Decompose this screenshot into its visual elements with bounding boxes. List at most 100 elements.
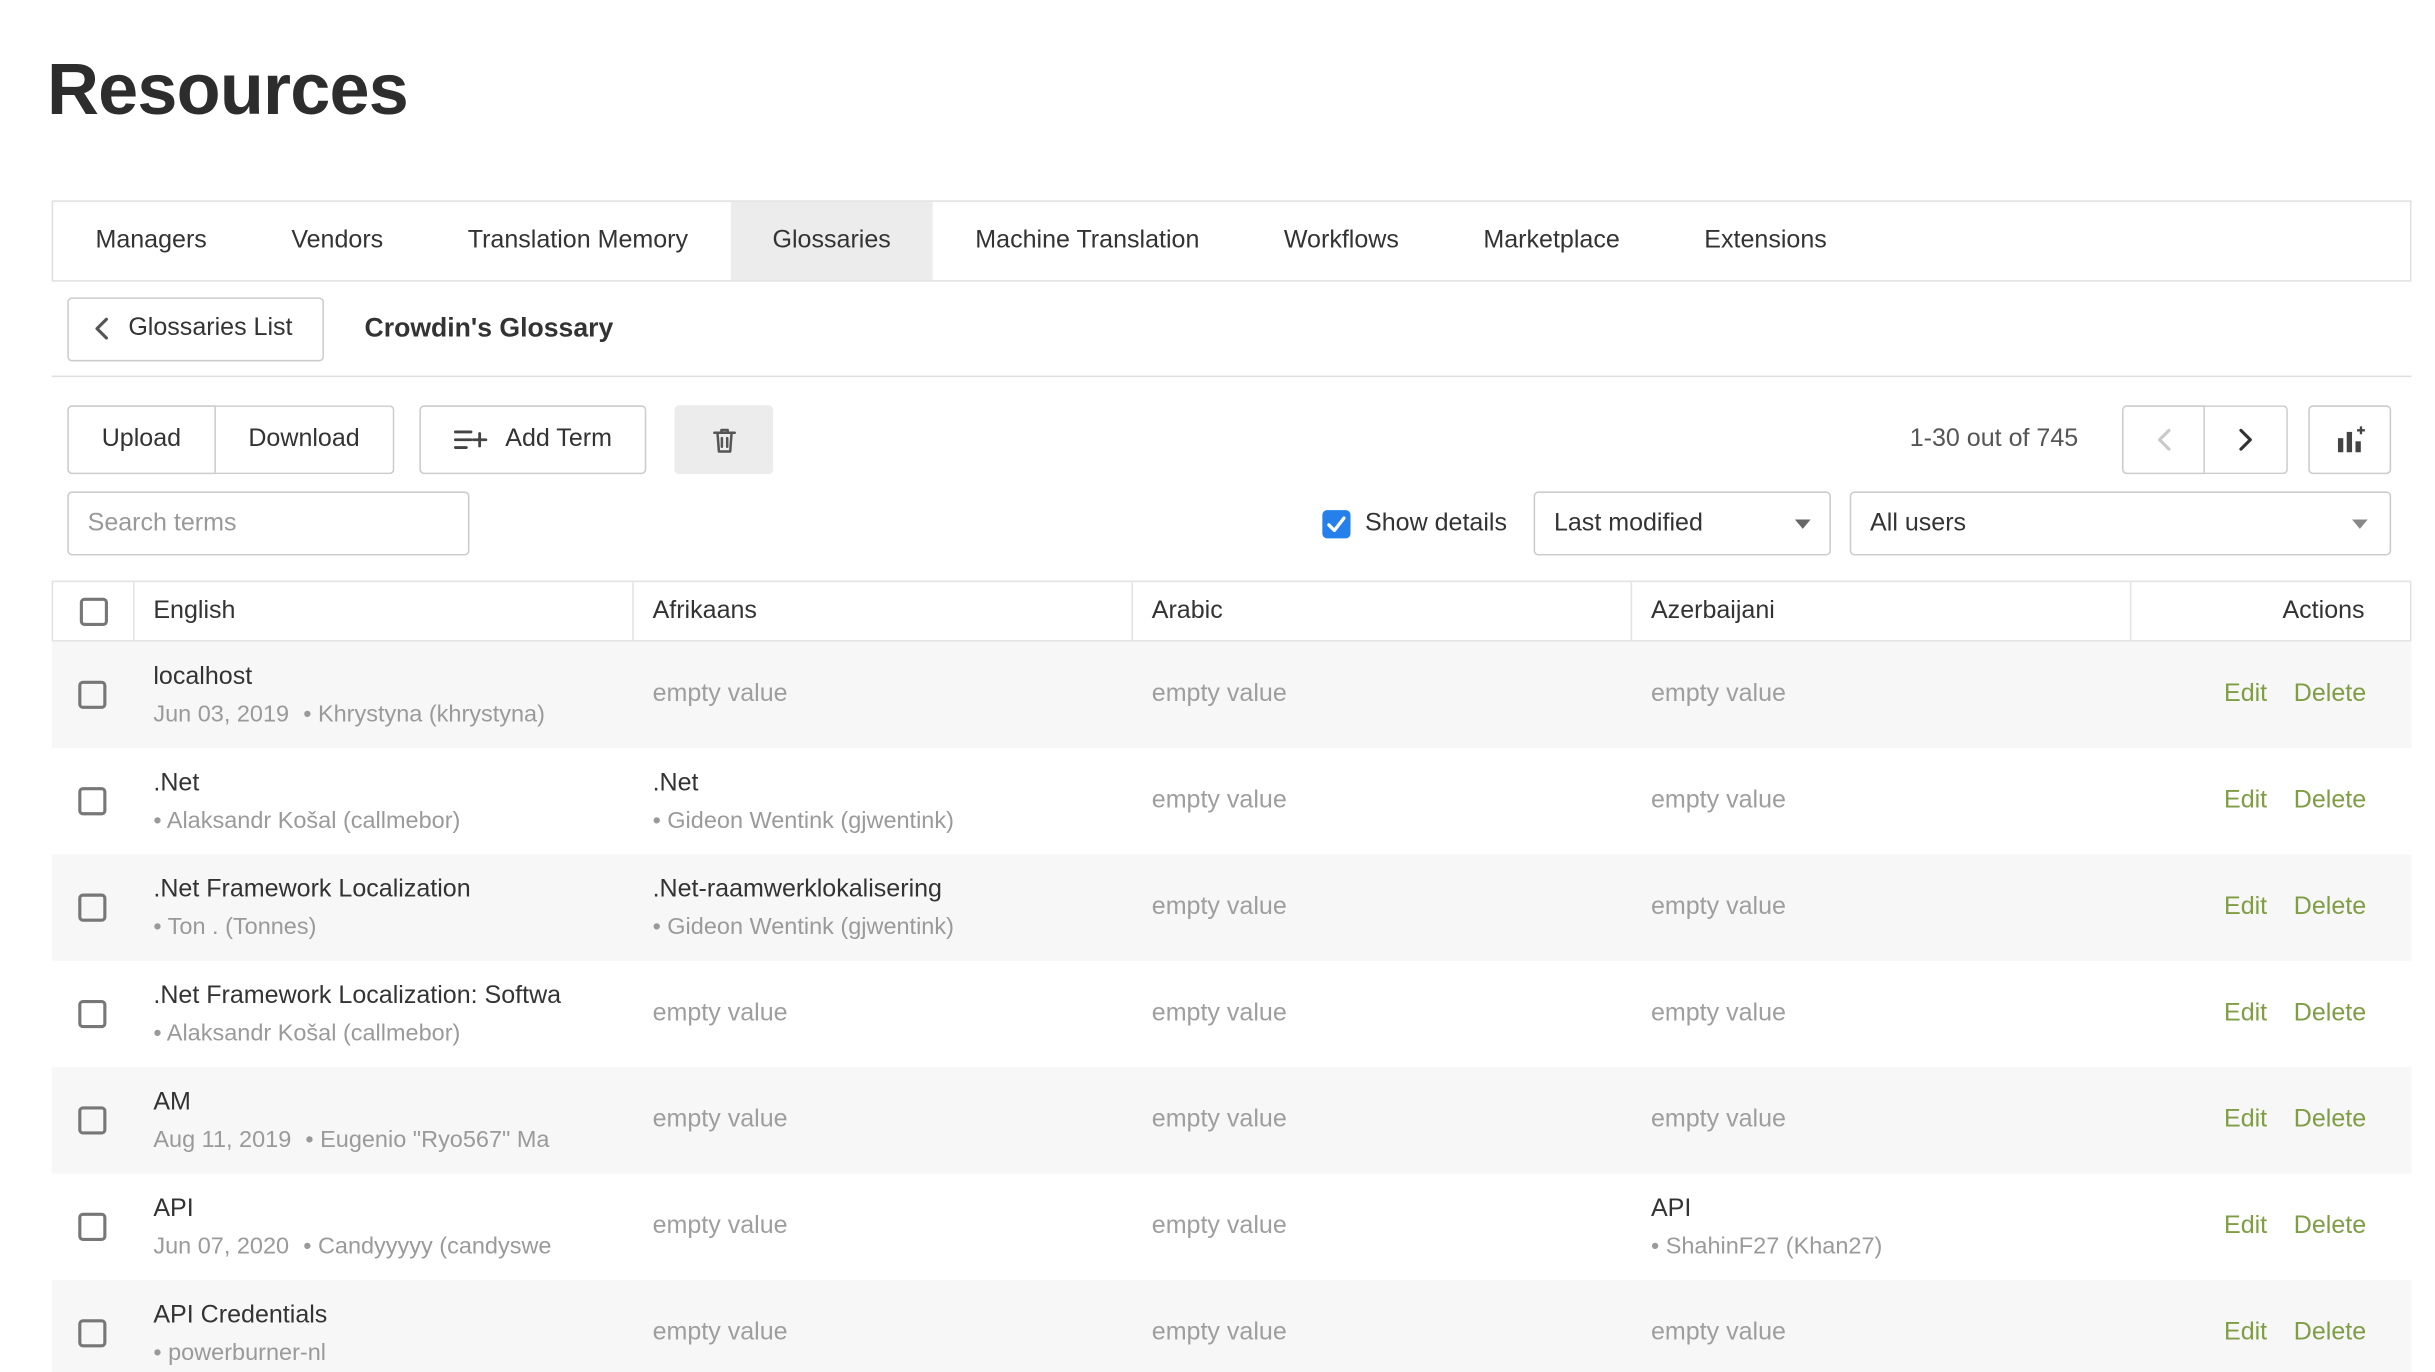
show-details-label[interactable]: Show details xyxy=(1365,510,1507,538)
tab-workflows[interactable]: Workflows xyxy=(1242,202,1442,280)
empty-value: empty value xyxy=(1651,894,2108,922)
tab-glossaries[interactable]: Glossaries xyxy=(730,202,933,280)
select-all-checkbox[interactable] xyxy=(79,597,107,625)
glossaries-list-back-button[interactable]: Glossaries List xyxy=(67,297,324,361)
row-checkbox-cell xyxy=(52,1068,133,1174)
tab-machine-translation[interactable]: Machine Translation xyxy=(933,202,1242,280)
delete-link[interactable]: Delete xyxy=(2294,1213,2366,1241)
upload-button[interactable]: Upload xyxy=(67,406,215,475)
delete-link[interactable]: Delete xyxy=(2294,1320,2366,1348)
cell-actions: Edit Delete xyxy=(2130,1280,2412,1372)
empty-value: empty value xyxy=(1651,1107,2108,1135)
sort-select-value: Last modified xyxy=(1554,510,1703,538)
glossary-table: English Afrikaans Arabic Azerbaijani Act… xyxy=(52,581,2412,1372)
search-input[interactable] xyxy=(67,492,469,556)
tab-extensions[interactable]: Extensions xyxy=(1662,202,1869,280)
row-checkbox[interactable] xyxy=(78,1107,106,1135)
sort-select[interactable]: Last modified xyxy=(1534,492,1831,556)
term-author: • ShahinF27 (Khan27) xyxy=(1651,1233,1882,1260)
cell-azerbaijani: API • ShahinF27 (Khan27) xyxy=(1631,1174,2130,1280)
empty-value: empty value xyxy=(1152,787,1609,815)
next-page-button[interactable] xyxy=(2205,406,2288,475)
term-author: • Gideon Wentink (gjwentink) xyxy=(653,808,954,835)
show-details-checkbox[interactable] xyxy=(1323,510,1351,538)
page: Resources Managers Vendors Translation M… xyxy=(0,0,2435,1372)
column-header-afrikaans: Afrikaans xyxy=(634,582,1133,640)
table-header: English Afrikaans Arabic Azerbaijani Act… xyxy=(52,581,2412,642)
delete-link[interactable]: Delete xyxy=(2294,681,2366,709)
row-checkbox-cell xyxy=(52,1280,133,1372)
delete-selected-button[interactable] xyxy=(675,406,774,475)
edit-link[interactable]: Edit xyxy=(2224,1000,2267,1028)
tab-marketplace[interactable]: Marketplace xyxy=(1441,202,1662,280)
select-all-cell xyxy=(53,582,134,640)
table-row: .Net Framework Localization• Ton . (Tonn… xyxy=(52,855,2412,961)
add-term-button[interactable]: Add Term xyxy=(419,406,646,475)
cell-azerbaijani: empty value xyxy=(1631,748,2130,854)
configure-columns-button[interactable] xyxy=(2308,406,2391,475)
row-checkbox[interactable] xyxy=(78,1320,106,1348)
term-text: .Net xyxy=(653,769,1110,800)
users-filter-value: All users xyxy=(1870,510,1966,538)
delete-link[interactable]: Delete xyxy=(2294,1107,2366,1135)
empty-value: empty value xyxy=(1152,1107,1609,1135)
download-button[interactable]: Download xyxy=(215,406,394,475)
term-author: • Khrystyna (khrystyna) xyxy=(303,701,545,728)
column-header-english: English xyxy=(135,582,634,640)
edit-link[interactable]: Edit xyxy=(2224,787,2267,815)
delete-link[interactable]: Delete xyxy=(2294,1000,2366,1028)
chevron-left-icon xyxy=(2154,426,2173,454)
edit-link[interactable]: Edit xyxy=(2224,1320,2267,1348)
term-text: .Net Framework Localization xyxy=(153,875,610,906)
tab-managers[interactable]: Managers xyxy=(53,202,249,280)
empty-value: empty value xyxy=(1152,1213,1609,1241)
term-text: API xyxy=(1651,1194,2108,1225)
tab-translation-memory[interactable]: Translation Memory xyxy=(425,202,730,280)
cell-actions: Edit Delete xyxy=(2130,961,2412,1067)
term-meta: • Gideon Wentink (gjwentink) xyxy=(653,808,1110,835)
term-meta: • Alaksandr Košal (callmebor) xyxy=(153,1021,610,1048)
row-checkbox[interactable] xyxy=(78,1213,106,1241)
delete-link[interactable]: Delete xyxy=(2294,894,2366,922)
row-checkbox[interactable] xyxy=(78,787,106,815)
cell-arabic: empty value xyxy=(1131,748,1630,854)
prev-page-button[interactable] xyxy=(2122,406,2205,475)
columns-icon xyxy=(2334,424,2365,455)
term-text: AM xyxy=(153,1088,610,1119)
edit-link[interactable]: Edit xyxy=(2224,1213,2267,1241)
row-checkbox[interactable] xyxy=(78,681,106,709)
term-text: .Net Framework Localization: Softwa xyxy=(153,981,610,1012)
pagination-nav xyxy=(2122,406,2288,475)
back-button-label: Glossaries List xyxy=(128,315,292,343)
term-text: .Net xyxy=(153,769,610,800)
term-meta: • powerburner-nl xyxy=(153,1340,610,1367)
empty-value: empty value xyxy=(1152,894,1609,922)
cell-afrikaans: .Net • Gideon Wentink (gjwentink) xyxy=(632,748,1131,854)
resources-tabs: Managers Vendors Translation Memory Glos… xyxy=(52,201,2412,282)
glossary-title: Crowdin's Glossary xyxy=(364,313,613,344)
cell-actions: Edit Delete xyxy=(2130,1174,2412,1280)
edit-link[interactable]: Edit xyxy=(2224,681,2267,709)
row-checkbox-cell xyxy=(52,642,133,748)
delete-link[interactable]: Delete xyxy=(2294,787,2366,815)
row-checkbox[interactable] xyxy=(78,894,106,922)
filter-right: Show details Last modified All users xyxy=(1323,492,2391,556)
users-filter-select[interactable]: All users xyxy=(1850,492,2391,556)
edit-link[interactable]: Edit xyxy=(2224,894,2267,922)
term-author: • Gideon Wentink (gjwentink) xyxy=(653,914,954,941)
edit-link[interactable]: Edit xyxy=(2224,1107,2267,1135)
row-checkbox-cell xyxy=(52,1174,133,1280)
empty-value: empty value xyxy=(1152,1000,1609,1028)
glossary-toolbar: Upload Download Add Term xyxy=(52,406,2412,475)
empty-value: empty value xyxy=(653,1000,1110,1028)
add-term-icon xyxy=(454,428,488,453)
pagination-label: 1-30 out of 745 xyxy=(1910,426,2078,454)
cell-arabic: empty value xyxy=(1131,1068,1630,1174)
chevron-left-icon xyxy=(94,316,110,341)
cell-afrikaans: empty value xyxy=(632,961,1131,1067)
term-text: API Credentials xyxy=(153,1301,610,1332)
table-row: .Net• Alaksandr Košal (callmebor) .Net• … xyxy=(52,748,2412,854)
tab-vendors[interactable]: Vendors xyxy=(249,202,425,280)
term-text: localhost xyxy=(153,662,610,693)
row-checkbox[interactable] xyxy=(78,1000,106,1028)
